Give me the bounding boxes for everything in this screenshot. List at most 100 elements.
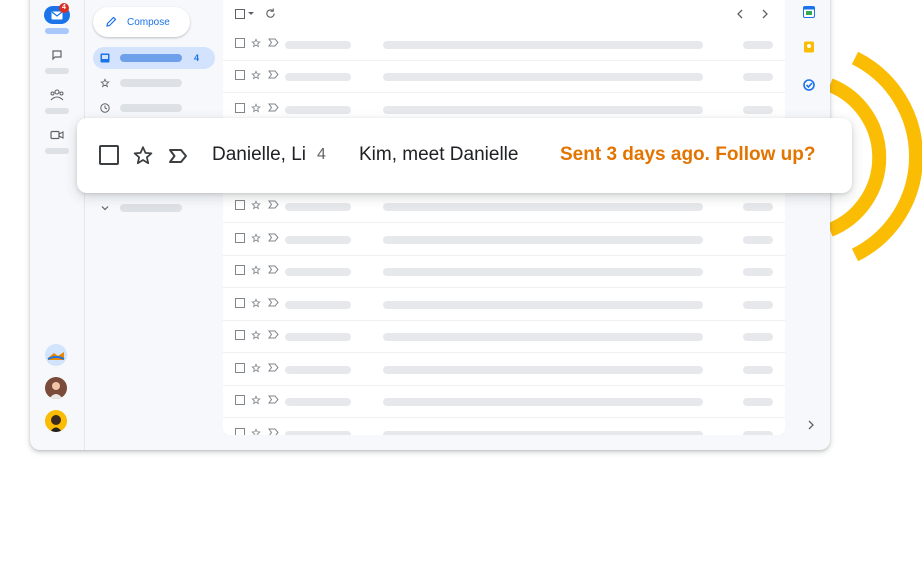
sender-placeholder — [285, 106, 351, 114]
row-checkbox[interactable] — [235, 363, 245, 373]
compose-label: Compose — [127, 16, 170, 28]
subject-placeholder — [383, 398, 703, 406]
star-icon[interactable] — [251, 70, 261, 80]
nav-item-more[interactable] — [93, 197, 215, 219]
rail-label-placeholder — [45, 28, 69, 34]
rail-chat[interactable] — [42, 46, 72, 74]
star-icon[interactable] — [251, 298, 261, 308]
meet-icon — [44, 126, 70, 144]
importance-marker-icon[interactable] — [268, 103, 279, 112]
refresh-icon[interactable] — [265, 8, 276, 19]
spaces-icon — [44, 86, 70, 104]
star-icon[interactable] — [251, 330, 261, 340]
importance-marker-icon[interactable] — [268, 38, 279, 47]
select-dropdown-icon[interactable] — [248, 12, 254, 16]
star-icon[interactable] — [251, 233, 261, 243]
highlighted-email-row[interactable]: Danielle, Li 4 Kim, meet Danielle Sent 3… — [77, 118, 852, 193]
table-row[interactable] — [223, 60, 785, 93]
table-row[interactable] — [223, 418, 785, 435]
subject-placeholder — [383, 301, 703, 309]
row-checkbox[interactable] — [235, 103, 245, 113]
nav-item-snoozed[interactable] — [93, 97, 215, 119]
subject-placeholder — [383, 73, 703, 81]
subject-placeholder — [383, 366, 703, 374]
side-panel — [787, 0, 830, 450]
star-icon[interactable] — [132, 145, 154, 166]
rail-label-placeholder — [45, 68, 69, 74]
importance-marker-icon[interactable] — [168, 148, 188, 164]
table-row[interactable] — [223, 255, 785, 288]
rail-mail[interactable]: 4 — [42, 3, 72, 34]
star-icon[interactable] — [251, 363, 261, 373]
star-icon[interactable] — [251, 395, 261, 405]
nav-label-placeholder — [120, 104, 182, 112]
importance-marker-icon[interactable] — [268, 363, 279, 372]
date-placeholder — [743, 268, 773, 276]
row-checkbox[interactable] — [235, 70, 245, 80]
sender-placeholder — [285, 301, 351, 309]
follow-up-nudge: Sent 3 days ago. Follow up? — [560, 144, 816, 165]
avatar[interactable] — [45, 410, 67, 432]
pencil-icon — [106, 16, 117, 27]
subject-placeholder — [383, 203, 703, 211]
gmail-window: 4 Compose 4 — [30, 0, 830, 450]
star-icon — [100, 78, 110, 88]
importance-marker-icon[interactable] — [268, 298, 279, 307]
star-icon[interactable] — [251, 103, 261, 113]
nav-label-placeholder — [120, 54, 182, 62]
star-icon[interactable] — [251, 200, 261, 210]
importance-marker-icon[interactable] — [268, 428, 279, 435]
date-placeholder — [743, 203, 773, 211]
date-placeholder — [743, 431, 773, 435]
table-row[interactable] — [223, 353, 785, 386]
table-row[interactable] — [223, 320, 785, 353]
select-all-checkbox[interactable] — [235, 9, 245, 19]
row-checkbox[interactable] — [235, 330, 245, 340]
row-checkbox[interactable] — [235, 265, 245, 275]
row-checkbox[interactable] — [235, 38, 245, 48]
sender-placeholder — [285, 73, 351, 81]
chevron-down-icon — [101, 206, 109, 211]
star-icon[interactable] — [251, 265, 261, 275]
nav-item-starred[interactable] — [93, 72, 215, 94]
chevron-right-icon[interactable] — [761, 9, 769, 19]
importance-marker-icon[interactable] — [268, 70, 279, 79]
nav-item-inbox[interactable]: 4 — [93, 47, 215, 69]
star-icon[interactable] — [251, 428, 261, 435]
table-row[interactable] — [223, 385, 785, 418]
avatar[interactable] — [45, 377, 67, 399]
importance-marker-icon[interactable] — [268, 395, 279, 404]
chat-icon — [44, 46, 70, 64]
keep-icon[interactable] — [803, 41, 815, 53]
list-toolbar — [223, 0, 785, 26]
table-row[interactable] — [223, 288, 785, 321]
importance-marker-icon[interactable] — [268, 233, 279, 242]
row-checkbox[interactable] — [235, 200, 245, 210]
chevron-right-icon[interactable] — [807, 420, 815, 430]
importance-marker-icon[interactable] — [268, 200, 279, 209]
row-checkbox[interactable] — [235, 428, 245, 435]
row-checkbox[interactable] — [99, 145, 119, 165]
thread-count: 4 — [317, 146, 326, 163]
importance-marker-icon[interactable] — [268, 330, 279, 339]
row-checkbox[interactable] — [235, 395, 245, 405]
importance-marker-icon[interactable] — [268, 265, 279, 274]
date-placeholder — [743, 301, 773, 309]
row-checkbox[interactable] — [235, 233, 245, 243]
sender-placeholder — [285, 431, 351, 435]
calendar-icon[interactable] — [803, 6, 815, 18]
tasks-icon[interactable] — [803, 79, 815, 91]
row-checkbox[interactable] — [235, 298, 245, 308]
table-row[interactable] — [223, 223, 785, 256]
email-sender: Danielle, Li — [212, 144, 306, 165]
rail-meet[interactable] — [42, 126, 72, 154]
avatar[interactable] — [45, 344, 67, 366]
subject-placeholder — [383, 431, 703, 435]
rail-spaces[interactable] — [42, 86, 72, 114]
chevron-left-icon[interactable] — [736, 9, 744, 19]
star-icon[interactable] — [251, 38, 261, 48]
table-row[interactable] — [223, 190, 785, 223]
nav-panel: Compose 4 — [86, 0, 221, 450]
compose-button[interactable]: Compose — [93, 7, 190, 37]
table-row[interactable] — [223, 28, 785, 61]
